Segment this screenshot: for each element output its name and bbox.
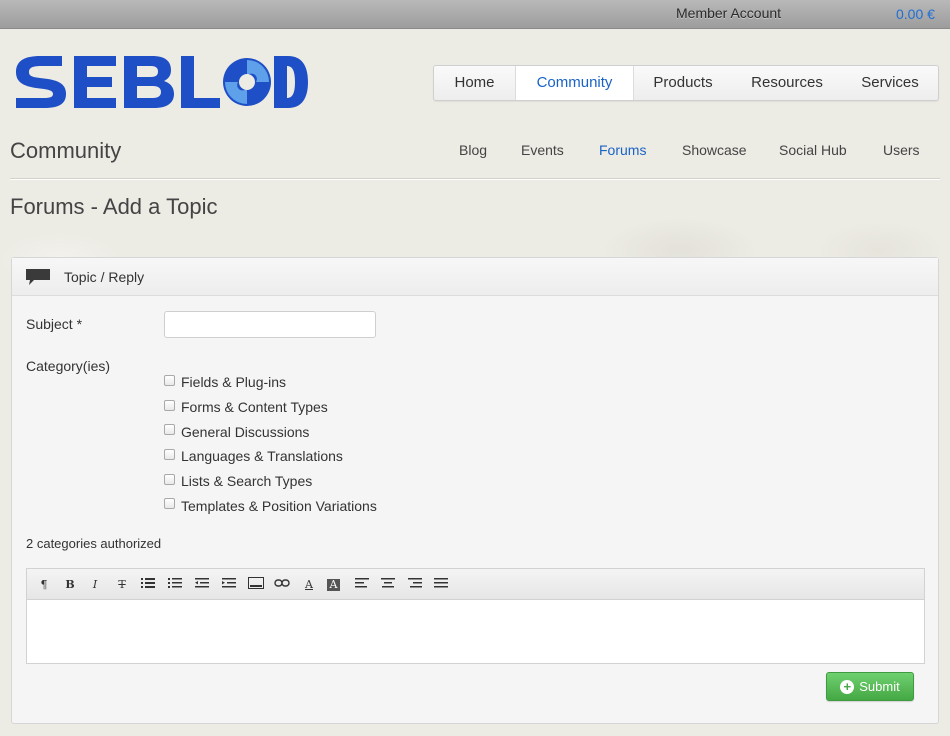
outdent-icon[interactable] bbox=[193, 577, 211, 593]
category-option-languages-translations[interactable]: Languages & Translations bbox=[164, 444, 377, 469]
category-checkbox[interactable] bbox=[164, 448, 175, 460]
main-nav: Home Community Products Resources Servic… bbox=[433, 65, 939, 101]
subject-label: Subject * bbox=[26, 316, 83, 332]
indent-icon[interactable] bbox=[220, 577, 238, 593]
category-checkbox[interactable] bbox=[164, 498, 175, 510]
seblod-logo[interactable] bbox=[10, 50, 310, 112]
submit-button-label: Submit bbox=[859, 679, 900, 694]
category-option-label: Forms & Content Types bbox=[181, 399, 328, 416]
topic-form-panel: Topic / Reply Subject * Category(ies) Fi… bbox=[11, 257, 939, 724]
category-list: Fields & Plug-ins Forms & Content Types … bbox=[164, 370, 377, 518]
rich-text-editor: ¶ B I T A A bbox=[26, 568, 925, 664]
panel-header: Topic / Reply bbox=[12, 258, 938, 296]
plus-circle-icon: + bbox=[840, 679, 855, 694]
category-option-forms-content-types[interactable]: Forms & Content Types bbox=[164, 395, 377, 420]
category-label: Category(ies) bbox=[26, 358, 111, 374]
category-option-general-discussions[interactable]: General Discussions bbox=[164, 419, 377, 444]
strikethrough-icon[interactable]: T bbox=[113, 577, 131, 593]
page-title: Forums - Add a Topic bbox=[10, 194, 218, 219]
italic-icon[interactable]: I bbox=[86, 577, 104, 593]
align-left-icon[interactable] bbox=[353, 577, 371, 593]
category-option-fields-plugins[interactable]: Fields & Plug-ins bbox=[164, 370, 377, 395]
editor-content-area[interactable] bbox=[27, 600, 924, 663]
category-checkbox[interactable] bbox=[164, 473, 175, 485]
category-option-lists-search-types[interactable]: Lists & Search Types bbox=[164, 469, 377, 494]
subject-input[interactable] bbox=[164, 311, 376, 338]
sub-nav-item-events[interactable]: Events bbox=[521, 142, 564, 158]
sub-nav-item-blog[interactable]: Blog bbox=[459, 142, 487, 158]
sub-nav-item-social-hub[interactable]: Social Hub bbox=[779, 142, 847, 158]
numbered-list-icon[interactable] bbox=[166, 577, 184, 593]
main-nav-item-products[interactable]: Products bbox=[634, 66, 732, 100]
panel-title: Topic / Reply bbox=[64, 269, 145, 285]
cart-total-link[interactable]: 0.00 € bbox=[896, 6, 935, 22]
main-nav-item-community[interactable]: Community bbox=[515, 66, 634, 100]
editor-toolbar: ¶ B I T A A bbox=[27, 569, 924, 600]
speech-bubble-icon bbox=[25, 268, 51, 291]
submit-button[interactable]: + Submit bbox=[826, 672, 914, 701]
sub-nav: Blog Events Forums Showcase Social Hub U… bbox=[0, 142, 950, 162]
align-center-icon[interactable] bbox=[379, 577, 397, 593]
main-nav-item-resources[interactable]: Resources bbox=[732, 66, 842, 100]
category-checkbox[interactable] bbox=[164, 424, 175, 436]
sub-nav-item-users[interactable]: Users bbox=[883, 142, 920, 158]
category-option-label: Lists & Search Types bbox=[181, 473, 313, 490]
category-option-label: Languages & Translations bbox=[181, 448, 343, 465]
sub-nav-item-forums[interactable]: Forums bbox=[599, 142, 646, 158]
align-right-icon[interactable] bbox=[406, 577, 424, 593]
categories-authorized-note: 2 categories authorized bbox=[26, 536, 162, 551]
header-divider bbox=[10, 178, 940, 179]
link-icon[interactable] bbox=[273, 577, 291, 593]
sub-nav-item-showcase[interactable]: Showcase bbox=[682, 142, 747, 158]
category-checkbox[interactable] bbox=[164, 399, 175, 411]
category-checkbox[interactable] bbox=[164, 374, 175, 386]
bullet-list-icon[interactable] bbox=[139, 577, 157, 593]
member-account-link[interactable]: Member Account bbox=[676, 5, 781, 21]
background-color-icon[interactable]: A bbox=[327, 579, 340, 591]
category-option-label: Fields & Plug-ins bbox=[181, 374, 287, 391]
top-bar: Member Account 0.00 € bbox=[0, 0, 950, 29]
main-nav-item-services[interactable]: Services bbox=[842, 66, 938, 100]
category-option-label: Templates & Position Variations bbox=[181, 497, 377, 514]
bold-icon[interactable]: B bbox=[61, 577, 79, 593]
paragraph-icon[interactable]: ¶ bbox=[35, 577, 53, 593]
category-option-label: General Discussions bbox=[181, 423, 310, 440]
text-color-icon[interactable]: A bbox=[300, 577, 318, 593]
image-icon[interactable] bbox=[247, 577, 265, 593]
main-nav-item-home[interactable]: Home bbox=[434, 66, 515, 100]
category-option-templates-position-variations[interactable]: Templates & Position Variations bbox=[164, 493, 377, 518]
align-justify-icon[interactable] bbox=[432, 577, 450, 593]
